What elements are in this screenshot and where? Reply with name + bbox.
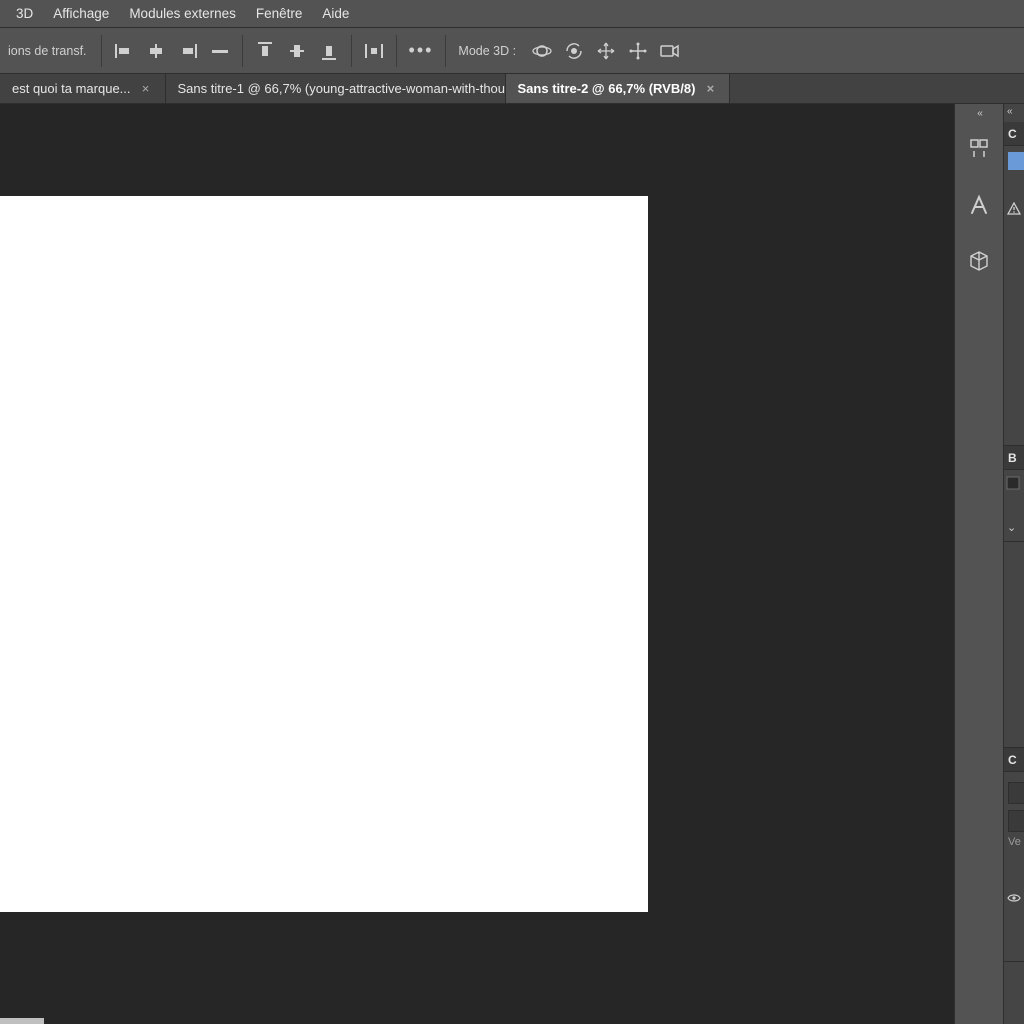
visibility-icon[interactable] — [1007, 892, 1021, 906]
align-center-v-icon[interactable] — [284, 38, 310, 64]
document-tab-active[interactable]: Sans titre-2 @ 66,7% (RVB/8) × — [506, 74, 731, 103]
menu-bar: 3D Affichage Modules externes Fenêtre Ai… — [0, 0, 1024, 28]
right-panels: « C B ⌄ C Ve — [1004, 104, 1024, 1024]
options-separator — [351, 35, 352, 67]
options-separator — [101, 35, 102, 67]
blend-mode-field[interactable] — [1008, 810, 1024, 832]
brushes-panel-header[interactable]: B — [1004, 446, 1024, 470]
mode-3d-label: Mode 3D : — [452, 44, 526, 58]
panel-title: C — [1008, 127, 1017, 141]
character-panel-icon[interactable] — [960, 186, 998, 224]
options-separator — [445, 35, 446, 67]
align-stretch-h-icon[interactable] — [207, 38, 233, 64]
expand-panels-icon[interactable]: « — [955, 106, 1003, 120]
document-tab-label: Sans titre-2 @ 66,7% (RVB/8) — [518, 81, 696, 96]
canvas[interactable] — [0, 196, 648, 912]
collapsed-panels-strip: « — [954, 104, 1004, 1024]
menu-fenetre[interactable]: Fenêtre — [246, 2, 313, 25]
3d-rotate-icon[interactable] — [561, 38, 587, 64]
distribute-icon[interactable] — [361, 38, 387, 64]
3d-scale-icon[interactable] — [625, 38, 651, 64]
align-right-icon[interactable] — [175, 38, 201, 64]
history-panel-icon[interactable] — [960, 130, 998, 168]
document-tab-label: Sans titre-1 @ 66,7% (young-attractive-w… — [178, 81, 506, 96]
panel-group — [960, 124, 998, 174]
color-panel-body — [1004, 146, 1024, 446]
warning-icon — [1007, 202, 1021, 219]
middle-panel-body — [1004, 542, 1024, 748]
align-top-icon[interactable] — [252, 38, 278, 64]
layer-kind-filter[interactable] — [1008, 782, 1024, 804]
3d-camera-icon[interactable] — [657, 38, 683, 64]
options-bar: ions de transf. ••• Mode 3D : — [0, 28, 1024, 74]
chevron-down-icon[interactable]: ⌄ — [1004, 518, 1016, 536]
panel-group — [960, 236, 998, 286]
panel-title: C — [1008, 753, 1017, 767]
align-center-h-icon[interactable] — [143, 38, 169, 64]
transform-options-label: ions de transf. — [0, 44, 95, 58]
document-tab[interactable]: est quoi ta marque... × — [0, 74, 166, 103]
menu-affichage[interactable]: Affichage — [43, 2, 119, 25]
menu-aide[interactable]: Aide — [312, 2, 359, 25]
menu-3d[interactable]: 3D — [6, 2, 43, 25]
align-left-icon[interactable] — [111, 38, 137, 64]
lock-label: Ve — [1004, 832, 1024, 848]
menu-modules-externes[interactable]: Modules externes — [119, 2, 246, 25]
brush-preview-icon[interactable] — [1006, 476, 1022, 492]
3d-move-icon[interactable] — [593, 38, 619, 64]
document-tab-label: est quoi ta marque... — [12, 81, 131, 96]
work-area: « « C B — [0, 104, 1024, 1024]
3d-orbit-icon[interactable] — [529, 38, 555, 64]
foreground-color-swatch[interactable] — [1008, 152, 1024, 170]
document-tabs: est quoi ta marque... × Sans titre-1 @ 6… — [0, 74, 1024, 104]
3d-panel-icon[interactable] — [960, 242, 998, 280]
color-panel-header[interactable]: C — [1004, 122, 1024, 146]
canvas-viewport[interactable] — [0, 104, 954, 1024]
close-icon[interactable]: × — [139, 81, 153, 96]
layers-panel-header[interactable]: C — [1004, 748, 1024, 772]
document-tab[interactable]: Sans titre-1 @ 66,7% (young-attractive-w… — [166, 74, 506, 103]
options-separator — [396, 35, 397, 67]
more-options-icon[interactable]: ••• — [403, 40, 440, 61]
align-bottom-icon[interactable] — [316, 38, 342, 64]
panel-group — [960, 180, 998, 230]
status-bar — [0, 1018, 44, 1024]
panel-title: B — [1008, 451, 1017, 465]
close-icon[interactable]: × — [703, 81, 717, 96]
options-separator — [242, 35, 243, 67]
brushes-panel-body: ⌄ — [1004, 470, 1024, 542]
collapse-panels-icon[interactable]: « — [1004, 104, 1024, 118]
layers-panel-body: Ve — [1004, 772, 1024, 962]
